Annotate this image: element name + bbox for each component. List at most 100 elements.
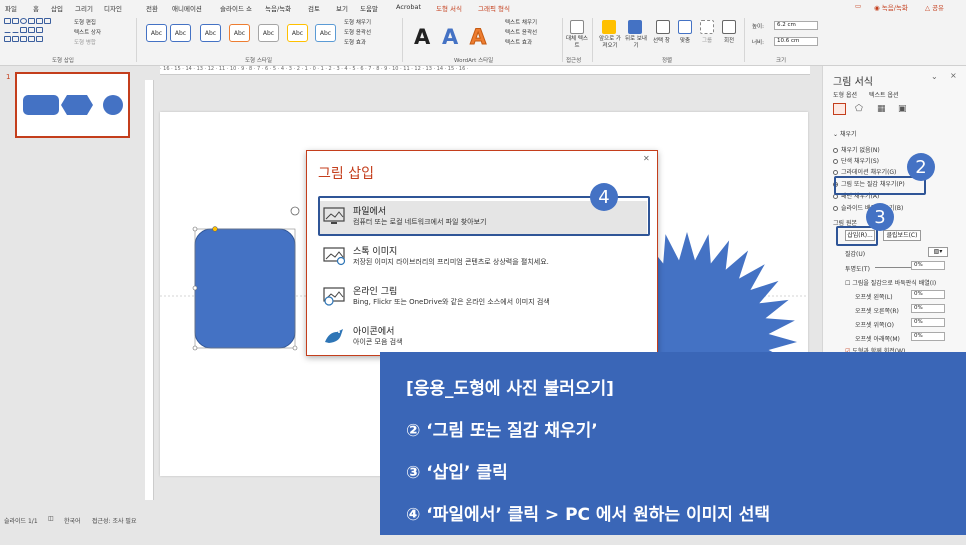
send-backward-button[interactable]: 뒤로 보내기 (624, 36, 648, 50)
instruction-step4: ④ ‘파일에서’ 클릭 > PC 에서 원하는 이미지 선택 (406, 505, 771, 525)
radio-fill-gradient[interactable]: 그라데이션 채우기(G) (833, 167, 896, 176)
offset-bottom-input[interactable]: 0% (911, 332, 945, 341)
shape-style-5[interactable]: Abc (258, 24, 279, 42)
offset-top-input[interactable]: 0% (911, 318, 945, 327)
wordart-style-1[interactable]: A (414, 25, 430, 49)
shape-outline-button[interactable]: 도형 윤곽선 (344, 28, 371, 36)
tab-design[interactable]: 디자인 (104, 3, 122, 13)
effects-icon[interactable]: ⬠ (855, 104, 863, 114)
icons-option[interactable]: 아이콘에서 아이콘 모음 검색 (319, 321, 647, 355)
fill-line-icon[interactable] (833, 103, 846, 115)
tile-checkbox[interactable]: ☐ 그림을 질감으로 바둑판식 배열(I) (845, 278, 936, 287)
texture-picker[interactable]: ▧▾ (928, 247, 948, 257)
transparency-slider[interactable] (875, 267, 911, 268)
vertical-ruler (145, 80, 154, 500)
pane-title: 그림 서식 (833, 77, 873, 88)
tab-insert[interactable]: 삽입 (51, 3, 63, 13)
texture-label: 질감(U) (845, 251, 866, 258)
send-backward-icon[interactable] (628, 20, 642, 34)
width-input[interactable]: 10.6 cm (774, 37, 818, 46)
record-button[interactable]: ◉ 녹음/녹화 (874, 2, 908, 12)
text-box-button[interactable]: 텍스트 상자 (74, 28, 101, 36)
dialog-title: 그림 삽입 (318, 166, 374, 182)
selection-pane-button[interactable]: 선택 창 (653, 36, 670, 44)
radio-fill-none[interactable]: 채우기 없음(N) (833, 145, 880, 154)
picture-icon[interactable]: ▣ (898, 104, 907, 114)
step-badge-4: 4 (590, 183, 618, 211)
offset-right-input[interactable]: 0% (911, 304, 945, 313)
share-button[interactable]: △ 공유 (925, 2, 944, 12)
clipboard-button[interactable]: 클립보드(C) (883, 230, 921, 241)
group-label-accessibility: 접근성 (566, 58, 582, 64)
offset-left-input[interactable]: 0% (911, 290, 945, 299)
tab-text-options[interactable]: 텍스트 옵션 (869, 90, 899, 99)
insert-picture-dialog: 그림 삽입 ✕ 파일에서 컴퓨터 또는 로컬 네트워크에서 파일 찾아보기 스톡… (306, 150, 658, 356)
text-outline-button[interactable]: 텍스트 윤곽선 (505, 28, 537, 36)
tab-home[interactable]: 홈 (33, 3, 39, 13)
tab-animations[interactable]: 애니메이션 (172, 3, 202, 13)
tab-transitions[interactable]: 전환 (146, 3, 158, 13)
edit-shape-button[interactable]: 도형 편집 (74, 18, 96, 26)
bring-forward-icon[interactable] (602, 20, 616, 34)
stock-images-desc: 저장된 이미지 라이브러리의 프리미엄 콘텐츠로 상상력을 펼치세요. (353, 258, 549, 266)
slide-thumbnail[interactable] (15, 72, 130, 138)
text-fill-button[interactable]: 텍스트 채우기 (505, 18, 537, 26)
section-fill-label: 채우기 (839, 131, 857, 138)
tab-slideshow[interactable]: 슬라이드 쇼 (220, 3, 252, 13)
tab-help[interactable]: 도움말 (360, 3, 378, 13)
accessibility-status[interactable]: 접근성: 조사 필요 (92, 516, 136, 525)
instruction-step2: ② ‘그림 또는 질감 채우기’ (406, 421, 598, 441)
shape-style-4[interactable]: Abc (229, 24, 250, 42)
group-button[interactable]: 그룹 (702, 36, 712, 44)
tab-view[interactable]: 보기 (336, 3, 348, 13)
tab-acrobat[interactable]: Acrobat (396, 3, 421, 11)
shape-fill-button[interactable]: 도형 채우기 (344, 18, 371, 26)
shape-style-2[interactable]: Abc (170, 24, 191, 42)
text-effects-button[interactable]: 텍스트 효과 (505, 38, 532, 46)
shape-style-3[interactable]: Abc (200, 24, 221, 42)
tab-graphic-format[interactable]: 그래픽 형식 (478, 3, 510, 13)
icons-title: 아이콘에서 (353, 327, 395, 337)
tab-review[interactable]: 검토 (308, 3, 320, 13)
align-button[interactable]: 맞춤 (680, 36, 690, 44)
size-properties-icon[interactable]: ▦ (877, 104, 886, 114)
shape-gallery[interactable] (4, 18, 68, 48)
selection-pane-icon[interactable] (656, 20, 670, 34)
rotate-icon[interactable] (722, 20, 736, 34)
stock-image-icon (323, 247, 346, 266)
wordart-style-3[interactable]: A (469, 25, 486, 50)
radio-fill-solid-label: 단색 채우기(S) (841, 158, 879, 165)
shape-style-1[interactable]: Abc (146, 24, 167, 42)
menu-bar: 파일 홈 삽입 그리기 디자인 전환 애니메이션 슬라이드 쇼 녹음/녹화 검토… (0, 0, 966, 15)
dialog-close-icon[interactable]: ✕ (643, 154, 650, 163)
group-icon[interactable] (700, 20, 714, 34)
shape-effects-button[interactable]: 도형 효과 (344, 38, 366, 46)
section-fill[interactable]: ⌄ 채우기 (833, 129, 857, 138)
alt-text-icon[interactable] (570, 20, 584, 34)
tab-shape-options[interactable]: 도형 옵션 (833, 90, 857, 99)
shape-style-7[interactable]: Abc (315, 24, 336, 42)
online-picture-icon (323, 287, 345, 306)
radio-fill-solid[interactable]: 단색 채우기(S) (833, 156, 879, 165)
stock-images-option[interactable]: 스톡 이미지 저장된 이미지 라이브러리의 프리미엄 콘텐츠로 상상력을 펼치세… (319, 241, 647, 275)
bring-forward-button[interactable]: 앞으로 가져오기 (597, 36, 623, 50)
shape-style-6[interactable]: Abc (287, 24, 308, 42)
merge-shapes-button[interactable]: 도형 병합 (74, 38, 96, 46)
tab-record[interactable]: 녹음/녹화 (265, 3, 291, 13)
height-input[interactable]: 6.2 cm (774, 21, 818, 30)
align-icon[interactable] (678, 20, 692, 34)
online-pictures-option[interactable]: 온라인 그림 Bing, Flickr 또는 OneDrive와 같은 온라인 … (319, 281, 647, 315)
comment-icon[interactable]: ▭ (855, 2, 861, 10)
radio-fill-none-label: 채우기 없음(N) (841, 147, 880, 154)
tab-file[interactable]: 파일 (5, 3, 17, 13)
alt-text-button[interactable]: 대체 텍스트 (566, 36, 588, 50)
tab-draw[interactable]: 그리기 (75, 3, 93, 13)
rotate-button[interactable]: 회전 (724, 36, 734, 44)
group-label-arrange: 정렬 (662, 58, 673, 64)
pane-close-icon[interactable]: × (950, 71, 957, 80)
language-indicator[interactable]: 한국어 (64, 516, 81, 525)
transparency-input[interactable]: 0% (911, 261, 945, 270)
pane-menu-icon[interactable]: ⌄ (931, 72, 938, 81)
spellcheck-icon[interactable]: ◫ (48, 515, 54, 522)
wordart-style-2[interactable]: A (442, 25, 458, 49)
